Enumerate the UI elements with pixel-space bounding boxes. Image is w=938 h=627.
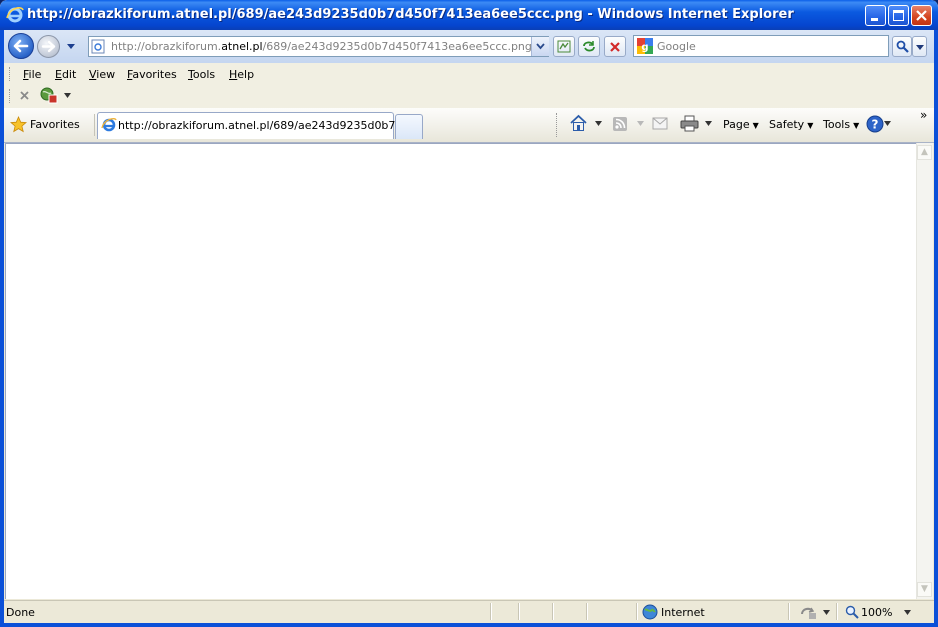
stop-button[interactable] [604, 36, 626, 57]
minimize-button[interactable] [865, 5, 886, 26]
tab-title: http://obrazkiforum.atnel.pl/689/ae243d9… [118, 119, 420, 132]
url-host: atnel.pl [221, 40, 263, 53]
title-bar[interactable]: http://obrazkiforum.atnel.pl/689/ae243d9… [0, 0, 938, 30]
chevron-down-icon [916, 45, 924, 50]
feeds-icon[interactable] [612, 116, 628, 132]
search-options-button[interactable] [912, 36, 927, 57]
status-separator [788, 603, 790, 620]
compatibility-icon [557, 40, 571, 53]
favorites-separator [94, 114, 95, 136]
forward-arrow-icon [41, 40, 56, 53]
maximize-icon [893, 10, 904, 21]
url-path: /689/ae243d9235d0b7d450f7413ea6ee5ccc.pn… [262, 40, 532, 53]
commandbar-grip[interactable] [556, 113, 559, 137]
menu-tools[interactable]: Tools [188, 68, 215, 81]
close-toolbar-icon[interactable] [19, 90, 30, 101]
menu-file[interactable]: File [23, 68, 41, 81]
back-arrow-icon [13, 39, 29, 53]
addon-toolbar-grip[interactable] [9, 89, 12, 103]
ie-tab-icon [101, 118, 117, 132]
home-icon[interactable] [569, 114, 588, 132]
internet-zone-globe-icon [642, 604, 658, 620]
scroll-up-button[interactable]: ▲ [917, 145, 932, 160]
print-icon[interactable] [680, 115, 699, 132]
safety-menu-label: Safety [769, 118, 805, 131]
menu-view[interactable]: View [89, 68, 115, 81]
minimize-icon [871, 18, 878, 21]
refresh-icon [583, 41, 595, 52]
status-separator [836, 603, 838, 620]
status-separator [552, 603, 554, 620]
status-separator [636, 603, 638, 620]
chevron-down-icon[interactable] [595, 121, 602, 126]
toolbar-overflow-button[interactable]: » [920, 108, 927, 122]
status-bar [4, 600, 934, 623]
status-separator [490, 603, 492, 620]
address-dropdown-button[interactable] [531, 37, 549, 56]
chevron-down-icon[interactable] [64, 93, 71, 98]
addon-globe-icon[interactable] [40, 87, 58, 104]
close-window-button[interactable] [911, 5, 932, 26]
svg-text:?: ? [872, 118, 879, 132]
window-title: http://obrazkiforum.atnel.pl/689/ae243d9… [27, 7, 794, 22]
google-logo-icon: g [637, 38, 653, 54]
search-icon [896, 40, 909, 53]
search-placeholder: Google [657, 40, 696, 53]
scroll-down-button[interactable]: ▼ [917, 582, 932, 597]
status-separator [518, 603, 520, 620]
menubar-grip[interactable] [9, 67, 12, 81]
ie-logo-icon [6, 7, 24, 23]
status-separator [586, 603, 588, 620]
address-url: http://obrazkiforum.atnel.pl/689/ae243d9… [111, 40, 532, 53]
recent-pages-dropdown-icon[interactable] [66, 43, 76, 50]
caret-down-icon: ▼ [752, 121, 759, 130]
svg-text:g: g [641, 42, 648, 53]
chevron-down-icon[interactable] [823, 610, 830, 615]
read-mail-icon[interactable] [652, 117, 668, 130]
help-icon[interactable]: ? [866, 115, 884, 133]
tools-menu-button[interactable]: Tools ▼ [823, 118, 859, 131]
protected-mode-icon[interactable] [800, 605, 818, 620]
tools-menu-label: Tools [823, 118, 851, 131]
page-menu-label: Page [723, 118, 750, 131]
close-icon [916, 10, 927, 21]
stop-icon [610, 42, 620, 52]
frame-bottom [0, 623, 938, 627]
chevron-down-icon[interactable] [884, 121, 891, 126]
page-content[interactable] [5, 143, 916, 599]
zoom-level[interactable]: 100% [861, 606, 892, 619]
menu-favorites[interactable]: Favorites [127, 68, 177, 81]
ie-window: http://obrazkiforum.atnel.pl/689/ae243d9… [0, 0, 938, 627]
vertical-scrollbar[interactable] [916, 143, 933, 599]
compatibility-view-button[interactable] [553, 36, 575, 57]
status-text: Done [6, 606, 35, 619]
refresh-button[interactable] [578, 36, 600, 57]
chevron-down-icon[interactable] [705, 121, 712, 126]
favorites-label: Favorites [30, 118, 80, 131]
frame-right [934, 30, 938, 627]
menu-edit[interactable]: Edit [55, 68, 76, 81]
page-menu-button[interactable]: Page ▼ [723, 118, 759, 131]
safety-menu-button[interactable]: Safety ▼ [769, 118, 813, 131]
page-icon [91, 39, 105, 54]
url-prefix: http://obrazkiforum. [111, 40, 222, 53]
menu-help[interactable]: Help [229, 68, 254, 81]
back-button[interactable] [8, 33, 34, 59]
search-button[interactable] [892, 36, 912, 57]
chevron-down-icon [536, 43, 545, 50]
addon-toolbar [4, 85, 934, 109]
chevron-down-icon[interactable] [637, 121, 644, 126]
zoom-icon [845, 605, 859, 619]
security-zone-label[interactable]: Internet [661, 606, 705, 619]
caret-down-icon: ▼ [807, 121, 814, 130]
chevron-down-icon[interactable] [904, 610, 911, 615]
new-tab-button[interactable] [395, 114, 423, 139]
forward-button[interactable] [37, 35, 60, 58]
caret-down-icon: ▼ [853, 121, 860, 130]
maximize-button[interactable] [888, 5, 909, 26]
